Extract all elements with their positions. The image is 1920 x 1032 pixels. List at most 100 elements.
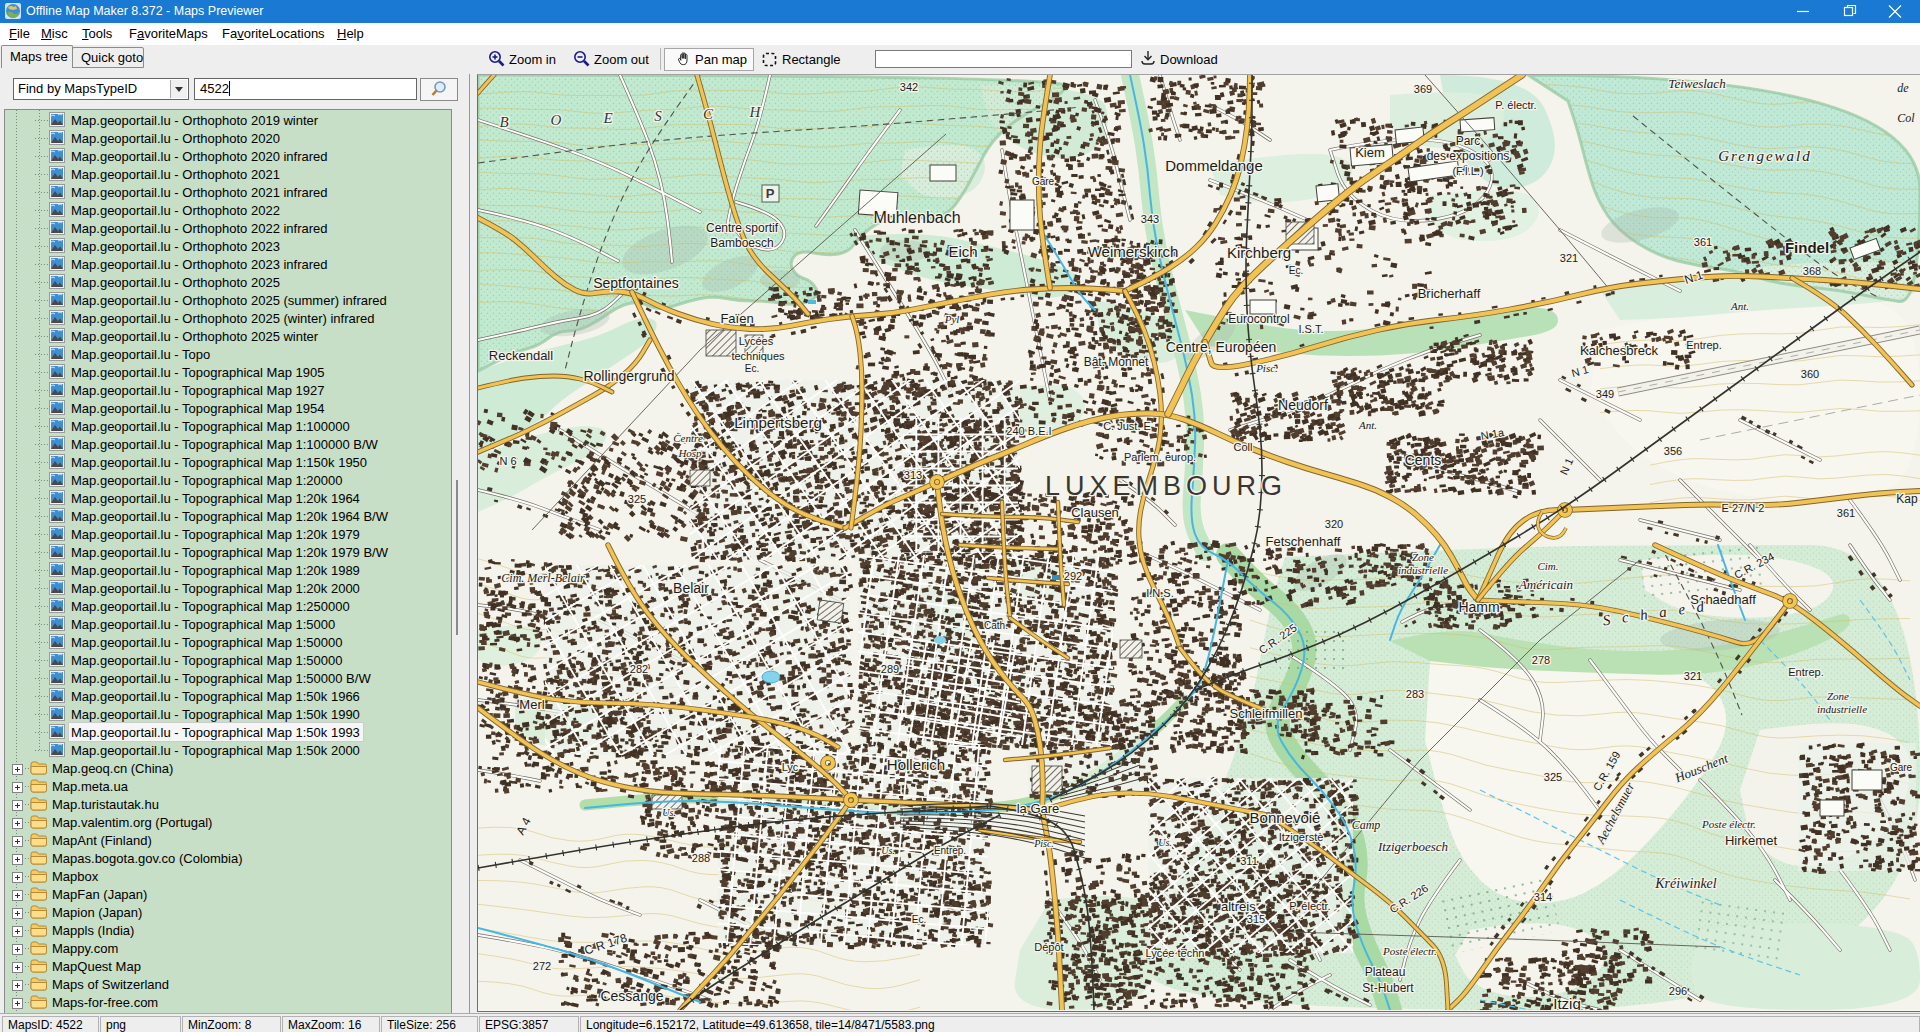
- svg-text:Ant.: Ant.: [1730, 300, 1749, 312]
- svg-text:St-Hubert: St-Hubert: [1362, 981, 1414, 995]
- svg-text:I.S.T.: I.S.T.: [1298, 323, 1323, 335]
- svg-text:342: 342: [900, 81, 918, 93]
- svg-text:Reckendall: Reckendall: [489, 348, 553, 363]
- svg-text:Centre: Centre: [673, 432, 703, 444]
- svg-text:289: 289: [881, 663, 899, 675]
- svg-text:E 27/N 2: E 27/N 2: [1722, 502, 1765, 514]
- svg-text:O: O: [551, 112, 562, 128]
- svg-text:Col: Col: [1897, 111, 1915, 125]
- svg-text:Eurocontrol: Eurocontrol: [1228, 312, 1289, 326]
- svg-text:Itzig: Itzig: [1553, 995, 1581, 1010]
- svg-text:Hirkemet: Hirkemet: [1725, 833, 1777, 848]
- svg-text:Poste électr.: Poste électr.: [1382, 945, 1437, 957]
- svg-text:Hollerich: Hollerich: [887, 756, 945, 773]
- svg-text:Bricherhaff: Bricherhaff: [1418, 286, 1481, 301]
- svg-text:des expositions: des expositions: [1427, 149, 1510, 163]
- svg-text:Kalchesbreck: Kalchesbreck: [1580, 343, 1659, 358]
- svg-text:315: 315: [1247, 913, 1265, 925]
- svg-text:Hamm: Hamm: [1458, 599, 1499, 615]
- svg-text:Faïen: Faïen: [720, 311, 753, 326]
- svg-text:325: 325: [1544, 771, 1562, 783]
- svg-text:N 6: N 6: [499, 455, 516, 467]
- svg-text:314: 314: [1534, 891, 1552, 903]
- svg-text:(F.I.L.): (F.I.L.): [1452, 165, 1483, 177]
- svg-text:296: 296: [1669, 985, 1687, 997]
- svg-text:Parc: Parc: [1456, 134, 1481, 148]
- svg-text:Kap: Kap: [1896, 492, 1918, 506]
- svg-text:Pisc.: Pisc.: [1255, 362, 1278, 374]
- svg-text:Cessange: Cessange: [600, 988, 663, 1004]
- svg-text:272: 272: [533, 960, 551, 972]
- svg-text:Findel: Findel: [1785, 239, 1829, 256]
- svg-text:Centre sportif: Centre sportif: [706, 221, 779, 235]
- svg-text:Centre, Européen: Centre, Européen: [1166, 339, 1277, 355]
- svg-text:283: 283: [1406, 688, 1424, 700]
- svg-text:Rollingergrund: Rollingergrund: [583, 368, 674, 384]
- svg-text:Itzigerboesch: Itzigerboesch: [1377, 839, 1448, 854]
- svg-text:S: S: [654, 108, 662, 124]
- svg-text:altreis: altreis: [1221, 899, 1256, 914]
- svg-text:343: 343: [1141, 213, 1159, 225]
- svg-text:C. Just. E: C. Just. E: [1103, 420, 1151, 432]
- svg-text:Teiweslach: Teiweslach: [1668, 76, 1725, 91]
- svg-text:360: 360: [1801, 368, 1819, 380]
- svg-text:240 B.E.I: 240 B.E.I: [1006, 425, 1051, 437]
- svg-text:356: 356: [1664, 445, 1682, 457]
- svg-text:de: de: [1897, 81, 1909, 95]
- svg-text:Zone: Zone: [1827, 690, 1849, 702]
- svg-text:Kiem: Kiem: [1355, 145, 1385, 160]
- svg-text:Lycée techn: Lycée techn: [1146, 947, 1205, 959]
- svg-text:Eich: Eich: [948, 243, 977, 260]
- svg-text:Us.: Us.: [662, 807, 676, 818]
- svg-text:Cim. Merl-Belair: Cim. Merl-Belair: [501, 571, 585, 585]
- svg-text:Entrep.: Entrep.: [1686, 339, 1721, 351]
- svg-text:282: 282: [630, 663, 648, 675]
- svg-text:Parlem. europ.: Parlem. europ.: [1124, 451, 1196, 463]
- svg-text:industrielle: industrielle: [1398, 564, 1448, 576]
- svg-text:Belair: Belair: [673, 580, 709, 596]
- svg-text:Kirchberg: Kirchberg: [1227, 244, 1291, 261]
- svg-text:Us.: Us.: [1158, 837, 1172, 848]
- svg-text:321: 321: [1560, 252, 1578, 264]
- svg-text:I.N.S.: I.N.S.: [1146, 587, 1174, 599]
- svg-text:H: H: [749, 104, 762, 120]
- svg-text:B: B: [499, 114, 508, 130]
- svg-text:Bamboesch: Bamboesch: [710, 236, 773, 250]
- svg-text:369: 369: [1414, 83, 1432, 95]
- svg-text:Schleifmillen: Schleifmillen: [1230, 706, 1303, 721]
- svg-text:325: 325: [628, 493, 646, 505]
- svg-text:Weimerskirch: Weimerskirch: [1088, 243, 1179, 260]
- svg-text:Lyc: Lyc: [782, 761, 799, 773]
- svg-text:321: 321: [1684, 670, 1702, 682]
- svg-text:Ec.: Ec.: [1289, 265, 1303, 276]
- svg-text:Grengewald: Grengewald: [1718, 148, 1812, 164]
- svg-text:Limpertsberg: Limpertsberg: [734, 414, 822, 431]
- svg-text:Pisc.: Pisc.: [1033, 838, 1054, 849]
- svg-text:361: 361: [1694, 236, 1712, 248]
- svg-text:Us.: Us.: [881, 845, 895, 856]
- svg-text:Bât. Monnet: Bât. Monnet: [1084, 355, 1149, 369]
- svg-text:Ec.: Ec.: [745, 363, 759, 374]
- svg-text:P. électr.: P. électr.: [1289, 900, 1330, 912]
- svg-text:278: 278: [1532, 654, 1550, 666]
- svg-text:Cents: Cents: [1405, 452, 1442, 468]
- svg-text:Ec.: Ec.: [912, 914, 926, 925]
- svg-text:Itzigerstè: Itzigerstè: [1279, 831, 1324, 843]
- svg-text:311: 311: [1240, 855, 1258, 867]
- svg-text:Dépôt: Dépôt: [1034, 941, 1063, 953]
- svg-text:la Gare: la Gare: [1017, 801, 1060, 816]
- svg-text:Zone: Zone: [1412, 551, 1434, 563]
- svg-text:Lycées: Lycées: [739, 335, 774, 347]
- svg-text:Cath.: Cath.: [984, 620, 1008, 631]
- svg-text:Ant.: Ant.: [1358, 419, 1377, 431]
- svg-text:368: 368: [1803, 265, 1821, 277]
- svg-text:288: 288: [692, 852, 710, 864]
- svg-text:Plateau: Plateau: [1365, 965, 1406, 979]
- svg-text:Pyl: Pyl: [944, 313, 960, 325]
- svg-text:Neudorf: Neudorf: [1278, 397, 1328, 413]
- svg-text:Kréiwinkel: Kréiwinkel: [1654, 876, 1717, 891]
- svg-text:Muhlenbach: Muhlenbach: [873, 209, 960, 226]
- svg-text:Cim.: Cim.: [1537, 560, 1558, 572]
- svg-text:320: 320: [1325, 518, 1343, 530]
- svg-text:Camp: Camp: [1352, 818, 1381, 832]
